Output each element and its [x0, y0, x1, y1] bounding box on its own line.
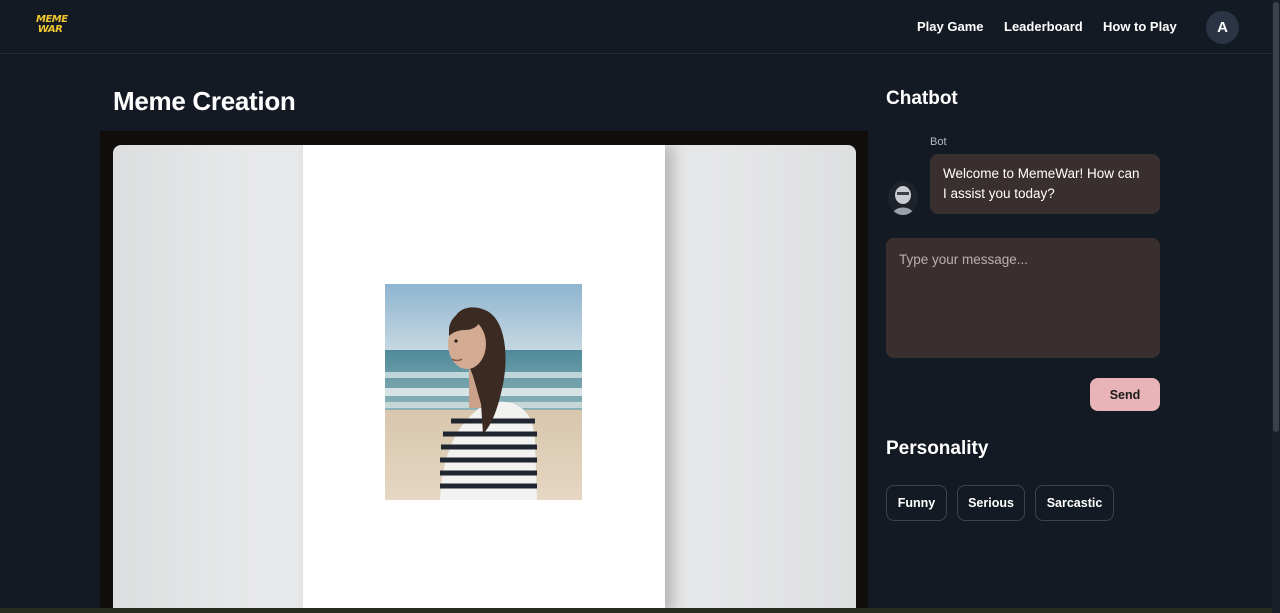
bot-message-bubble: Welcome to MemeWar! How can I assist you… [930, 154, 1160, 214]
personality-title: Personality [886, 438, 989, 459]
user-avatar[interactable]: A [1206, 11, 1239, 44]
personality-option-serious[interactable]: Serious [957, 485, 1025, 521]
personality-option-funny[interactable]: Funny [886, 485, 947, 521]
page-scrollbar[interactable] [1272, 0, 1280, 613]
chat-message-input[interactable] [886, 238, 1160, 358]
meme-photo-woman-on-beach [385, 284, 582, 500]
meme-template-paper [303, 145, 665, 613]
top-navigation-bar: MEME WAR Play Game Leaderboard How to Pl… [0, 0, 1272, 54]
page-title: Meme Creation [113, 86, 296, 116]
bottom-edge-strip [0, 608, 1272, 613]
bot-sender-label: Bot [930, 136, 947, 148]
personality-option-sarcastic[interactable]: Sarcastic [1035, 485, 1114, 521]
scrollbar-thumb[interactable] [1273, 2, 1279, 432]
nav-leaderboard[interactable]: Leaderboard [1004, 19, 1083, 34]
logo-line-2: WAR [37, 24, 63, 35]
meme-canvas[interactable] [113, 145, 856, 613]
memewar-logo[interactable]: MEME WAR [36, 15, 68, 39]
bot-avatar-icon [888, 181, 918, 215]
nav-how-to-play[interactable]: How to Play [1103, 19, 1177, 34]
chatbot-title: Chatbot [886, 88, 958, 109]
send-button[interactable]: Send [1090, 378, 1160, 411]
nav-play-game[interactable]: Play Game [917, 19, 984, 34]
